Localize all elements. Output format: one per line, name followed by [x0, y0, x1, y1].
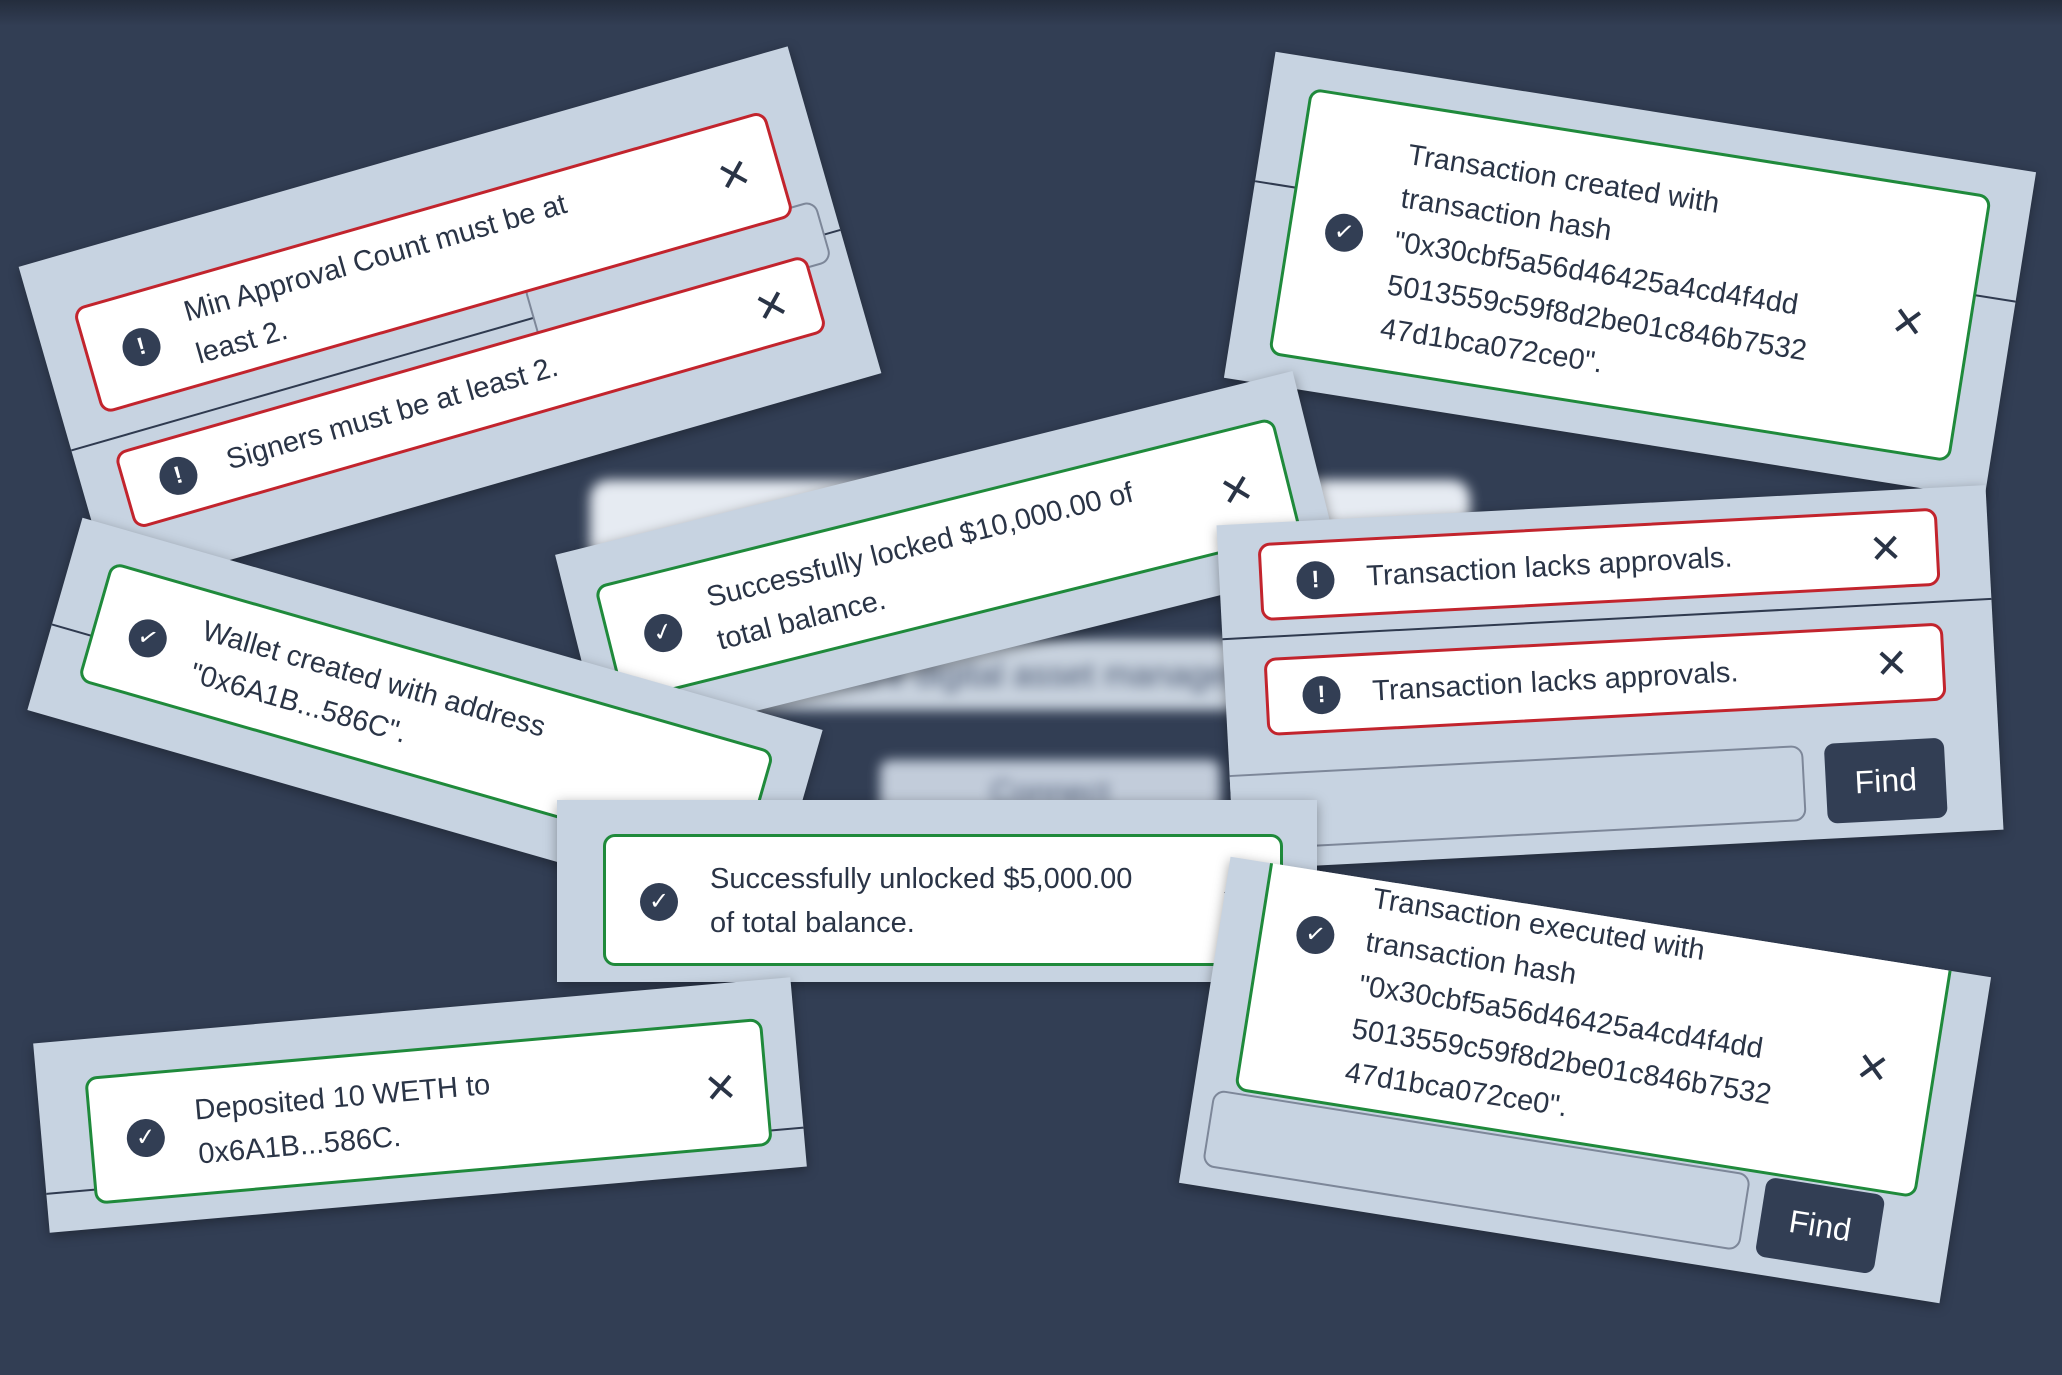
check-icon: ✓ — [640, 610, 687, 657]
close-icon[interactable]: ✕ — [1865, 527, 1907, 573]
check-icon: ✓ — [1322, 211, 1366, 255]
find-button[interactable]: Find — [1823, 737, 1948, 824]
toast-message: Transaction created with transaction has… — [1378, 138, 1809, 380]
check-icon: ✓ — [124, 614, 172, 662]
check-icon: ✓ — [1293, 913, 1338, 957]
toast-message: Successfully unlocked $5,000.00 of total… — [710, 863, 1133, 939]
toast-message: Deposited 10 WETH to 0x6A1B...586C. — [193, 1068, 492, 1171]
close-icon[interactable]: ✕ — [1871, 641, 1913, 687]
close-icon[interactable]: ✕ — [699, 1065, 742, 1112]
close-icon[interactable]: ✕ — [1849, 1044, 1895, 1093]
close-icon[interactable]: ✕ — [1885, 299, 1931, 348]
exclamation-icon: ! — [154, 452, 202, 500]
screenshot-card-lacks-approvals: ! Transaction lacks approvals. ✕ ! Trans… — [1216, 485, 2004, 870]
toast-unlocked-success: ✓ Successfully unlocked $5,000.00 of tot… — [603, 834, 1283, 966]
screenshot-card-unlocked: ✓ Successfully unlocked $5,000.00 of tot… — [557, 800, 1317, 982]
check-icon: ✓ — [125, 1117, 167, 1159]
toast-lacks-approvals-1: ! Transaction lacks approvals. ✕ — [1257, 507, 1941, 622]
check-icon: ✓ — [640, 883, 678, 921]
toast-message: Transaction lacks approvals. — [1371, 656, 1740, 708]
find-button[interactable]: Find — [1754, 1176, 1886, 1275]
exclamation-icon: ! — [1301, 675, 1342, 716]
close-icon[interactable]: ✕ — [1213, 466, 1261, 517]
toast-deposited-success: ✓ Deposited 10 WETH to 0x6A1B...586C. ✕ — [84, 1017, 773, 1205]
exclamation-icon: ! — [1295, 560, 1336, 601]
exclamation-icon: ! — [118, 323, 166, 371]
toast-message: Transaction lacks approvals. — [1365, 541, 1734, 593]
toast-lacks-approvals-2: ! Transaction lacks approvals. ✕ — [1263, 622, 1947, 737]
